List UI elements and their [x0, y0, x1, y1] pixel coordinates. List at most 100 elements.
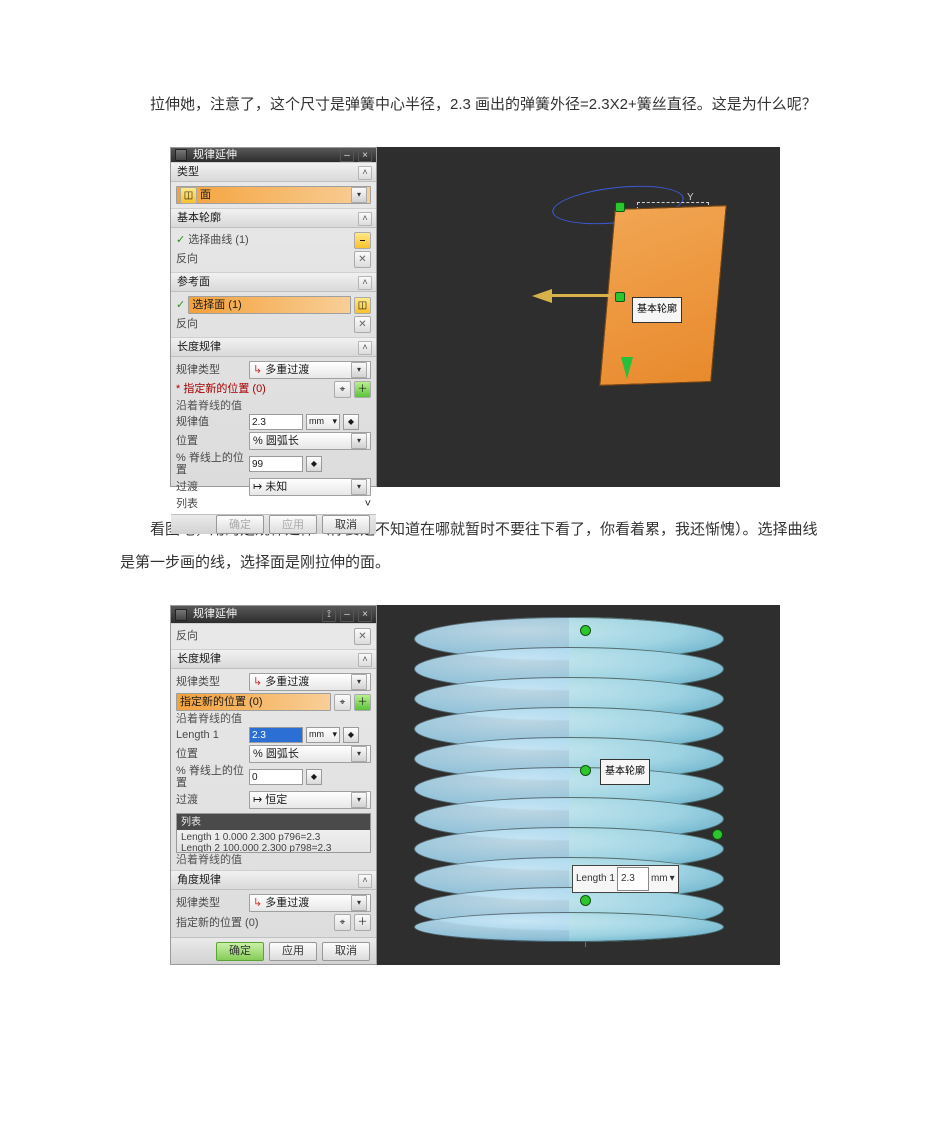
select-face-button[interactable]: ◫	[354, 297, 371, 314]
point-icon[interactable]: ⌖	[334, 694, 351, 711]
reverse2-button[interactable]: ✕	[354, 316, 371, 333]
pos-dropdown[interactable]: % 圆弧长 ▾	[249, 745, 371, 763]
along-spine2-label: 沿着脊线的值	[176, 854, 371, 866]
chevron-down-icon[interactable]: ▾	[351, 895, 367, 911]
chevron-up-icon[interactable]: ˄	[358, 874, 372, 888]
list-row[interactable]: Length 2 100.000 2.300 p798=2.3	[181, 843, 366, 853]
list-header: 列表	[177, 814, 370, 830]
transition-dropdown[interactable]: ↦ 未知 ▾	[249, 478, 371, 496]
chevron-down-icon[interactable]: ▾	[351, 674, 367, 690]
chevron-up-icon[interactable]: ˄	[358, 341, 372, 355]
viewport-3d[interactable]: 基本轮廓 Length 1 2.3 mm ▾	[377, 605, 780, 965]
add-point-button[interactable]: ＋	[354, 381, 371, 398]
apply-button[interactable]: 应用	[269, 515, 317, 534]
rule-type-dropdown[interactable]: ↳ 多重过渡 ▾	[249, 673, 371, 691]
chevron-down-icon[interactable]: ▾	[351, 792, 367, 808]
section-type-header[interactable]: 类型 ˄	[171, 163, 376, 182]
properties-panel: 规律延伸 ⟟ – × 反向 ✕ 长度规律 ˄	[170, 605, 377, 965]
rule-type-dropdown[interactable]: ↳ 多重过渡 ▾	[249, 361, 371, 379]
min-icon[interactable]: –	[340, 148, 354, 162]
apply-button[interactable]: 应用	[269, 942, 317, 961]
point-icon[interactable]: ⌖	[334, 381, 351, 398]
rule-type2-label: 规律类型	[176, 897, 246, 909]
handle-dot[interactable]	[580, 765, 591, 776]
pct-input[interactable]: 99	[249, 456, 303, 472]
close-icon[interactable]: ×	[358, 608, 372, 622]
spinner-button[interactable]: ◆	[343, 414, 359, 430]
scene-label: 基本轮廓	[632, 297, 682, 323]
section-ref-face-header[interactable]: 参考面 ˄	[171, 273, 376, 292]
rule-type2-dropdown[interactable]: ↳ 多重过渡 ▾	[249, 894, 371, 912]
properties-panel: 规律延伸 – × 类型 ˄ ◫ 面 ▾	[170, 147, 377, 487]
type-value: 面	[200, 189, 348, 201]
pct-input[interactable]: 0	[249, 769, 303, 785]
chevron-down-icon[interactable]: ▾	[351, 362, 367, 378]
chevron-up-icon[interactable]: ˄	[358, 166, 372, 180]
float-value-box[interactable]: Length 1 2.3 mm ▾	[572, 865, 679, 893]
new-pos-field[interactable]: 指定新的位置 (0)	[176, 693, 331, 711]
ok-button[interactable]: 确定	[216, 942, 264, 961]
section-length-header[interactable]: 长度规律 ˄	[171, 338, 376, 357]
new-pos-label: 指定新的位置 (0)	[180, 696, 327, 708]
pin-icon[interactable]: ⟟	[322, 608, 336, 622]
spinner-button[interactable]: ◆	[306, 769, 322, 785]
min-icon[interactable]: –	[340, 608, 354, 622]
chevron-down-icon[interactable]: ▾	[351, 433, 367, 449]
panel-titlebar[interactable]: 规律延伸 – ×	[171, 148, 376, 162]
rule-type-label: 规律类型	[176, 676, 246, 688]
face-icon: ◫	[180, 187, 197, 204]
add-point-button[interactable]: ＋	[354, 694, 371, 711]
spinner-button[interactable]: ◆	[306, 456, 322, 472]
transition-value: 未知	[265, 481, 348, 493]
unit-dropdown[interactable]: mm▾	[306, 727, 340, 743]
cancel-button[interactable]: 取消	[322, 942, 370, 961]
rule-value-input[interactable]: 2.3	[249, 414, 303, 430]
transition-label: 过渡	[176, 481, 246, 493]
select-curve-button[interactable]: ⎯	[354, 232, 371, 249]
select-face-field[interactable]: 选择面 (1)	[188, 296, 351, 314]
chevron-up-icon[interactable]: ˄	[358, 212, 372, 226]
ok-button[interactable]: 确定	[216, 515, 264, 534]
spinner-button[interactable]: ◆	[343, 727, 359, 743]
unit-dropdown[interactable]: mm▾	[306, 414, 340, 430]
handle-dot[interactable]	[580, 895, 591, 906]
chevron-down-icon[interactable]: ▾	[351, 187, 367, 203]
handle-dot[interactable]	[580, 625, 591, 636]
length1-input[interactable]: 2.3	[249, 727, 303, 743]
pos-label: 位置	[176, 435, 246, 447]
select-face-label: 选择面 (1)	[192, 299, 347, 311]
chevron-down-icon[interactable]: ▾	[351, 479, 367, 495]
handle-dot[interactable]	[615, 292, 625, 302]
chevron-down-icon[interactable]: ˅	[365, 498, 371, 510]
cancel-button[interactable]: 取消	[322, 515, 370, 534]
list-row[interactable]: Length 1 0.000 2.300 p796=2.3	[181, 832, 366, 843]
close-icon[interactable]: ×	[358, 148, 372, 162]
panel-titlebar[interactable]: 规律延伸 ⟟ – ×	[171, 606, 376, 623]
chevron-up-icon[interactable]: ˄	[358, 276, 372, 290]
section-length-header[interactable]: 长度规律 ˄	[171, 650, 376, 669]
type-dropdown[interactable]: ◫ 面 ▾	[176, 186, 371, 204]
spring-coil: 基本轮廓	[402, 617, 752, 947]
add-point-button[interactable]: ＋	[354, 914, 371, 931]
button-row: 确定 应用 取消	[171, 514, 376, 534]
chevron-up-icon[interactable]: ˄	[358, 653, 372, 667]
handle-dot[interactable]	[712, 829, 723, 840]
point-icon[interactable]: ⌖	[334, 914, 351, 931]
reverse-button[interactable]: ✕	[354, 628, 371, 645]
section-angle-header[interactable]: 角度规律 ˄	[171, 871, 376, 890]
viewport-3d[interactable]: 基本轮廓 Y	[377, 147, 780, 487]
chevron-down-icon[interactable]: ▾	[351, 746, 367, 762]
chevron-down-icon[interactable]: ▾	[670, 868, 675, 890]
list-box[interactable]: 列表 Length 1 0.000 2.300 p796=2.3 Length …	[176, 813, 371, 853]
float-value-input[interactable]: 2.3	[617, 867, 649, 891]
angle-rule-label: 角度规律	[177, 874, 221, 886]
transition-dropdown[interactable]: ↦ 恒定 ▾	[249, 791, 371, 809]
section-base-profile-header[interactable]: 基本轮廓 ˄	[171, 209, 376, 228]
transition-label: 过渡	[176, 794, 246, 806]
float-value-label: Length 1	[576, 868, 615, 890]
pos-dropdown[interactable]: % 圆弧长 ▾	[249, 432, 371, 450]
reverse-button[interactable]: ✕	[354, 251, 371, 268]
check-icon: ✓	[176, 234, 185, 246]
handle-dot[interactable]	[615, 202, 625, 212]
new-pos2-label: 指定新的位置 (0)	[176, 917, 331, 929]
